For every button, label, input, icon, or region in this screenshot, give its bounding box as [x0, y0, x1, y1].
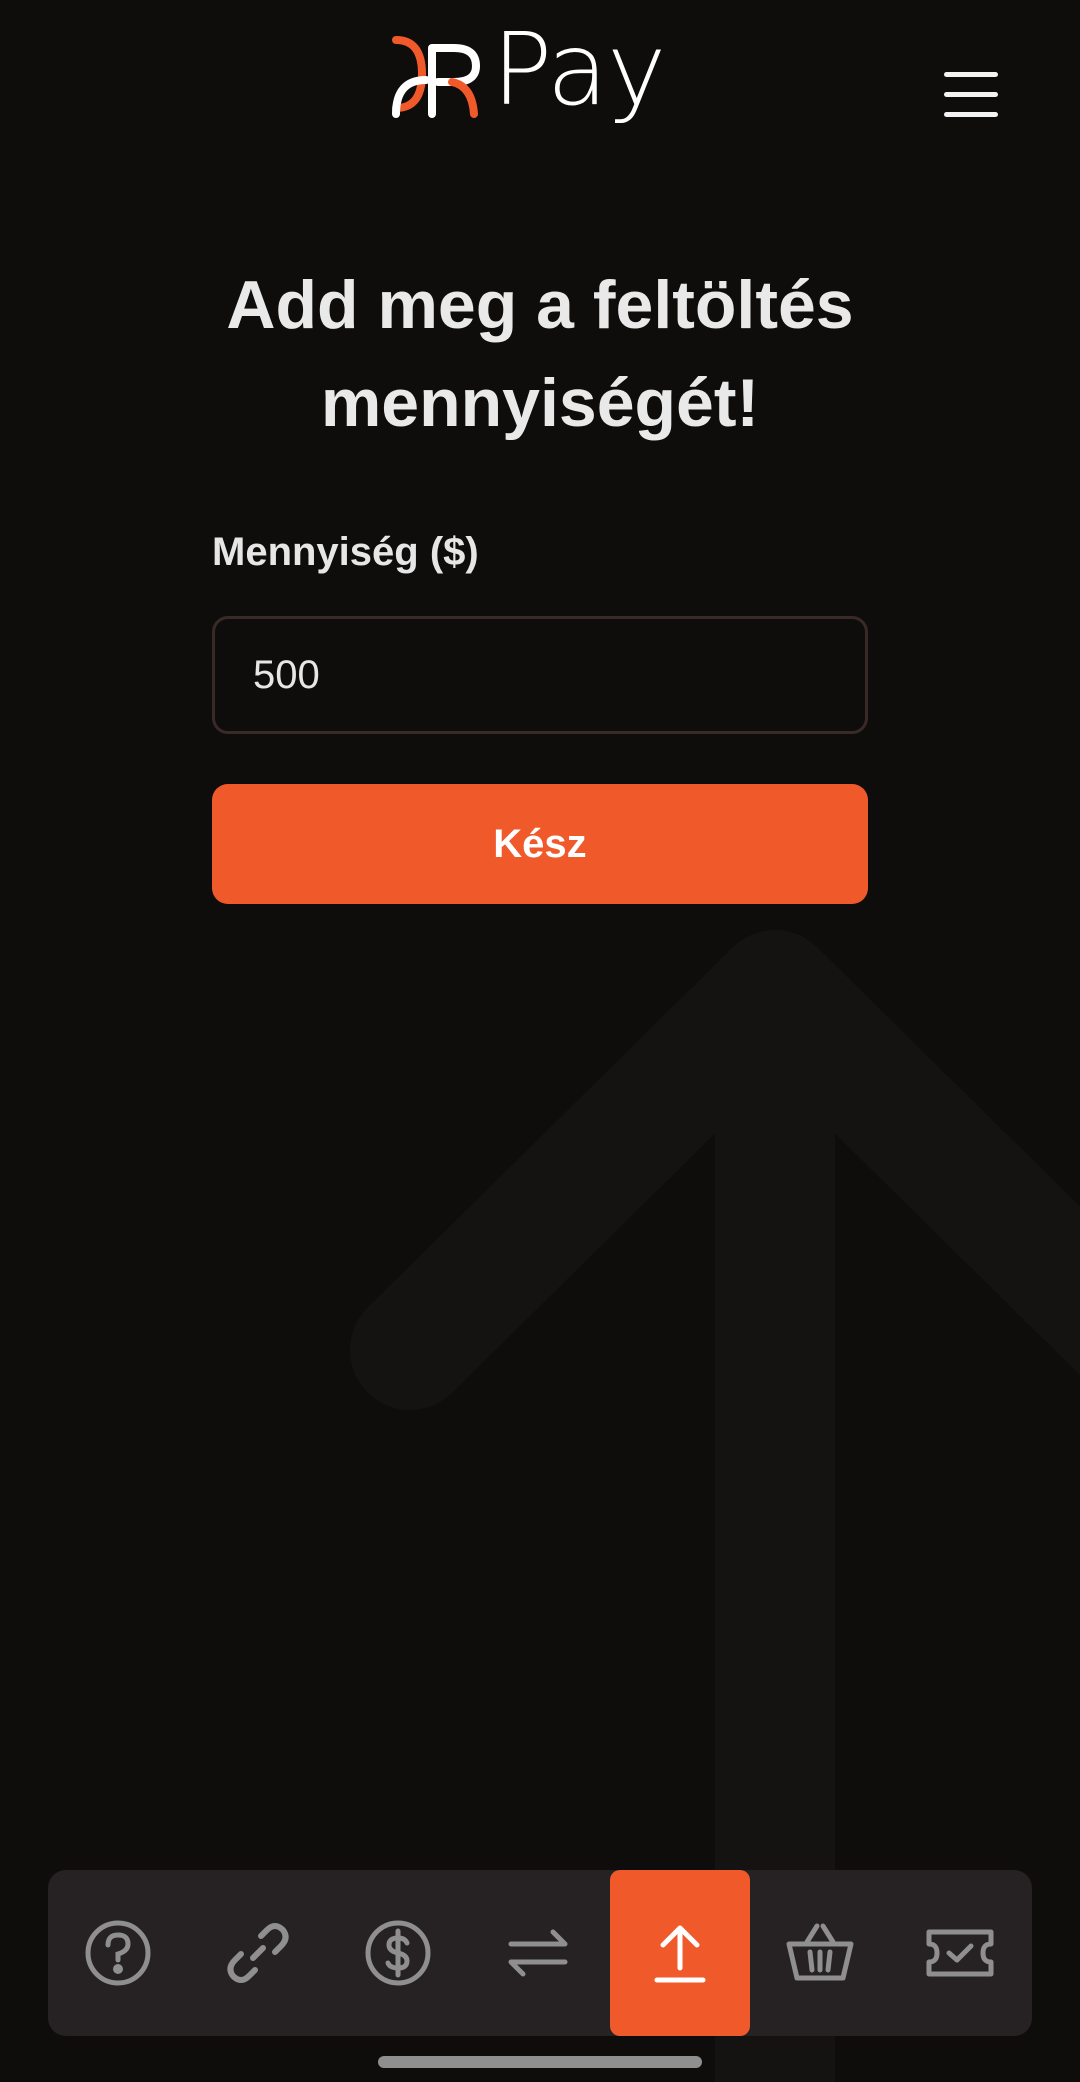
- upload-icon: [654, 1925, 706, 1983]
- ticket-icon: [926, 1929, 994, 1977]
- app-header: Pay: [0, 0, 1080, 180]
- nav-item-transfer[interactable]: [468, 1870, 608, 2036]
- page-title: Add meg a feltöltés mennyiségét!: [226, 267, 854, 441]
- nav-item-topup[interactable]: [610, 1870, 750, 2036]
- kpay-logo: Pay: [392, 20, 692, 144]
- hamburger-menu-icon: [944, 72, 998, 77]
- logo-text: Pay: [492, 11, 666, 128]
- help-icon: [85, 1920, 151, 1986]
- link-icon: [227, 1923, 289, 1983]
- bottom-navigation: [48, 1870, 1032, 2036]
- nav-item-voucher[interactable]: [890, 1870, 1030, 2036]
- basket-icon: [786, 1923, 854, 1981]
- done-button[interactable]: Kész: [212, 784, 868, 904]
- nav-item-shop[interactable]: [750, 1870, 890, 2036]
- amount-input[interactable]: [212, 616, 868, 734]
- amount-label: Mennyiség ($): [212, 530, 479, 574]
- dollar-icon: [365, 1920, 431, 1986]
- nav-item-link[interactable]: [188, 1870, 328, 2036]
- menu-button[interactable]: [944, 72, 1000, 124]
- home-indicator: [378, 2056, 702, 2068]
- nav-item-balance[interactable]: [328, 1870, 468, 2036]
- logo-mark-icon: [392, 36, 480, 118]
- transfer-icon: [508, 1929, 568, 1977]
- nav-item-help[interactable]: [48, 1870, 188, 2036]
